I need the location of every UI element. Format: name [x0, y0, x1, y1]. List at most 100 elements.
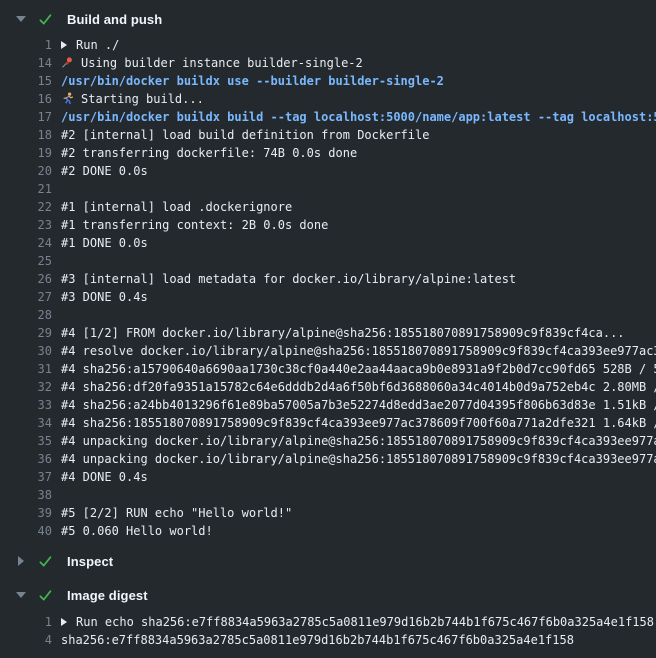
line-number[interactable]: 21: [0, 180, 52, 198]
line-number[interactable]: 22: [0, 198, 52, 216]
log-text: [61, 180, 656, 198]
line-number[interactable]: 38: [0, 486, 52, 504]
log-text: #3 DONE 0.4s: [61, 288, 656, 306]
log-text: #5 0.060 Hello world!: [61, 522, 656, 540]
log-text: #4 sha256:a15790640a6690aa1730c38cf0a440…: [61, 360, 656, 378]
log-line: 22 #1 [internal] load .dockerignore: [0, 198, 656, 216]
log-text: #1 DONE 0.0s: [61, 234, 656, 252]
success-check-icon: [38, 588, 53, 603]
line-number[interactable]: 24: [0, 234, 52, 252]
log-command-text: /usr/bin/docker buildx build --tag local…: [61, 108, 656, 126]
log-line: 21: [0, 180, 656, 198]
log-text: #4 unpacking docker.io/library/alpine@sh…: [61, 450, 656, 468]
line-number[interactable]: 26: [0, 270, 52, 288]
log-line: 19 #2 transferring dockerfile: 74B 0.0s d…: [0, 144, 656, 162]
section-inspect: Inspect: [0, 550, 656, 572]
line-number[interactable]: 18: [0, 126, 52, 144]
log-text: Run echo sha256:e7ff8834a5963a2785c5a081…: [61, 613, 656, 631]
line-number[interactable]: 16: [0, 90, 52, 108]
section-label: Image digest: [67, 588, 148, 603]
log-text: Using builder instance builder-single-2: [61, 54, 656, 72]
line-number[interactable]: 34: [0, 414, 52, 432]
log-text: [61, 306, 656, 324]
line-number[interactable]: 39: [0, 504, 52, 522]
line-number[interactable]: 15: [0, 72, 52, 90]
triangle-glyph: [16, 592, 26, 598]
log-line: 25: [0, 252, 656, 270]
line-number[interactable]: 19: [0, 144, 52, 162]
log-text: #4 DONE 0.4s: [61, 468, 656, 486]
line-number[interactable]: 40: [0, 522, 52, 540]
line-number[interactable]: 1: [0, 36, 52, 54]
line-number[interactable]: 1: [0, 613, 52, 631]
success-check-icon: [38, 12, 53, 27]
section-header-build-and-push[interactable]: Build and push: [0, 8, 656, 30]
log-line: 33#4 sha256:a24bb4013296f61e89ba57005a7b…: [0, 396, 656, 414]
success-check-icon: [38, 554, 53, 569]
log-line: 39 #5 [2/2] RUN echo "Hello world!": [0, 504, 656, 522]
line-number[interactable]: 14: [0, 54, 52, 72]
log-line: 34 #4 sha256:185518070891758909c9f839cf4c…: [0, 414, 656, 432]
log-line: 16 Starting build...: [0, 90, 656, 108]
log-lines-image-digest: 1 Run echo sha256:e7ff8834a5963a2785c5a08…: [0, 613, 656, 649]
section-image-digest: Image digest 1 Run echo sha256:e7ff8834a59…: [0, 584, 656, 649]
log-line: 38: [0, 486, 656, 504]
log-text: #2 DONE 0.0s: [61, 162, 656, 180]
run-toggle-icon[interactable]: [61, 618, 67, 626]
log-line: 37 #4 DONE 0.4s: [0, 468, 656, 486]
line-number[interactable]: 36: [0, 450, 52, 468]
line-number[interactable]: 25: [0, 252, 52, 270]
log-line: 1 Run echo sha256:e7ff8834a5963a2785c5a08…: [0, 613, 656, 631]
line-number[interactable]: 29: [0, 324, 52, 342]
log-command-text: /usr/bin/docker buildx use --builder bui…: [61, 72, 656, 90]
log-line: 4sha256:e7ff8834a5963a2785c5a0811e979d16…: [0, 631, 656, 649]
log-text: Run ./: [61, 36, 656, 54]
section-build-and-push: Build and push 1 Run ./ 14 Using builder ins…: [0, 8, 656, 540]
line-number[interactable]: 37: [0, 468, 52, 486]
line-number[interactable]: 31: [0, 360, 52, 378]
log-text: #1 [internal] load .dockerignore: [61, 198, 656, 216]
line-number[interactable]: 32: [0, 378, 52, 396]
line-number[interactable]: 33: [0, 396, 52, 414]
log-text: #2 transferring dockerfile: 74B 0.0s don…: [61, 144, 656, 162]
workflow-log-viewer: Build and push1Run ./14Using builder ins…: [0, 0, 656, 658]
pushpin-icon: [61, 56, 81, 70]
log-text: #5 [2/2] RUN echo "Hello world!": [61, 504, 656, 522]
log-text: [61, 252, 656, 270]
run-toggle-icon[interactable]: [61, 41, 67, 49]
section-header-inspect[interactable]: Inspect: [0, 550, 656, 572]
expand-triangle-icon[interactable]: [15, 556, 27, 566]
log-line: 24 #1 DONE 0.0s: [0, 234, 656, 252]
section-label: Build and push: [67, 12, 162, 27]
log-text: #1 transferring context: 2B 0.0s done: [61, 216, 656, 234]
line-number[interactable]: 4: [0, 631, 52, 649]
line-number[interactable]: 17: [0, 108, 52, 126]
line-number[interactable]: 28: [0, 306, 52, 324]
log-line: 15/usr/bin/docker buildx use --builder b…: [0, 72, 656, 90]
log-text: [61, 486, 656, 504]
triangle-glyph: [18, 556, 24, 566]
log-line: 17/usr/bin/docker buildx build --tag loc…: [0, 108, 656, 126]
log-line: 29 #4 [1/2] FROM docker.io/library/alpine…: [0, 324, 656, 342]
log-text: #4 [1/2] FROM docker.io/library/alpine@s…: [61, 324, 656, 342]
log-line: 40 #5 0.060 Hello world!: [0, 522, 656, 540]
log-line: 20 #2 DONE 0.0s: [0, 162, 656, 180]
log-line: 28: [0, 306, 656, 324]
line-number[interactable]: 35: [0, 432, 52, 450]
log-line: 27 #3 DONE 0.4s: [0, 288, 656, 306]
line-number[interactable]: 27: [0, 288, 52, 306]
section-header-image-digest[interactable]: Image digest: [0, 584, 656, 606]
collapse-triangle-icon[interactable]: [15, 592, 27, 598]
log-text: #2 [internal] load build definition from…: [61, 126, 656, 144]
log-line: 30 #4 resolve docker.io/library/alpine@sh…: [0, 342, 656, 360]
collapse-triangle-icon[interactable]: [15, 16, 27, 22]
log-text: Starting build...: [61, 90, 656, 108]
line-number[interactable]: 20: [0, 162, 52, 180]
log-line: 31 #4 sha256:a15790640a6690aa1730c38cf0a4…: [0, 360, 656, 378]
log-text: #4 resolve docker.io/library/alpine@sha2…: [61, 342, 656, 360]
log-text: #4 sha256:185518070891758909c9f839cf4ca3…: [61, 414, 656, 432]
log-line: 26#3 [internal] load metadata for docker…: [0, 270, 656, 288]
line-number[interactable]: 23: [0, 216, 52, 234]
line-number[interactable]: 30: [0, 342, 52, 360]
log-line: 32#4 sha256:df20fa9351a15782c64e6dddb2d4…: [0, 378, 656, 396]
